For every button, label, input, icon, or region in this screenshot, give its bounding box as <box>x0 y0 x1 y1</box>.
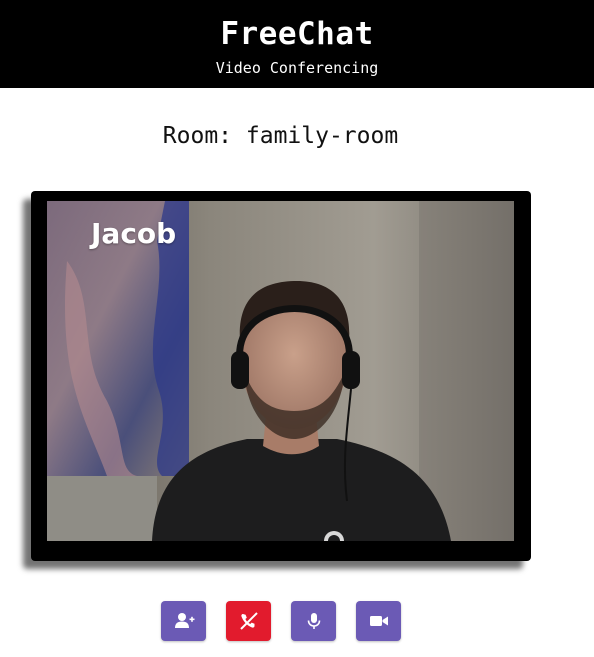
user-plus-icon <box>175 613 195 628</box>
camera-button[interactable] <box>356 601 401 641</box>
video-frame: Jacob <box>31 191 531 561</box>
app-title: FreeChat <box>220 16 374 52</box>
call-controls <box>161 601 401 641</box>
add-participant-button[interactable] <box>161 601 206 641</box>
video-feed: Jacob <box>47 201 514 541</box>
app-header: FreeChat Video Conferencing <box>0 0 594 88</box>
webcam-image <box>47 201 514 541</box>
microphone-button[interactable] <box>291 601 336 641</box>
room-label: Room: family-room <box>162 123 399 149</box>
hang-up-button[interactable] <box>226 601 271 641</box>
video-camera-icon <box>370 616 388 626</box>
microphone-icon <box>307 613 321 629</box>
app-subtitle: Video Conferencing <box>215 59 379 77</box>
phone-hangup-icon <box>240 612 258 630</box>
participant-name: Jacob <box>91 217 177 250</box>
